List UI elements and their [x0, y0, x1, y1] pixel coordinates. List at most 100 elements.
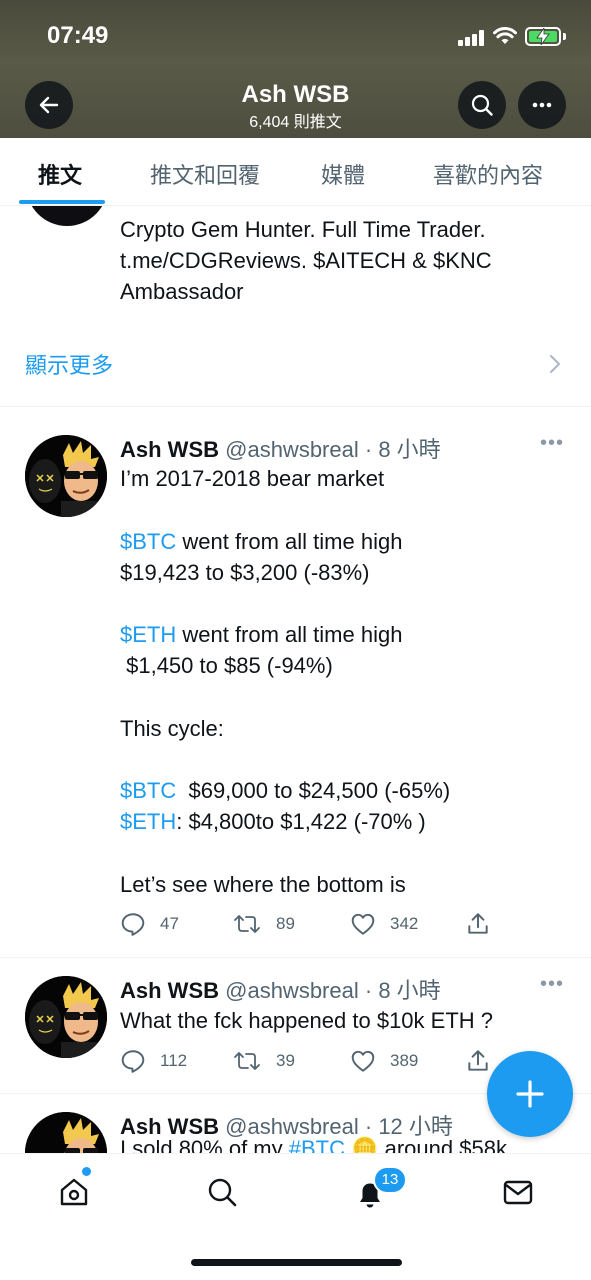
tab-likes[interactable]: 喜歡的內容: [433, 158, 543, 190]
active-tab-indicator: [19, 200, 105, 204]
battery-icon: [525, 27, 561, 46]
tab-tweets-and-replies[interactable]: 推文和回覆: [150, 158, 260, 190]
author-handle[interactable]: @ashwsbreal: [225, 437, 359, 462]
tweet-text-prefix: I sold 80% of my: [120, 1136, 289, 1153]
like-count: 342: [390, 914, 419, 933]
tweet-line-text: : $4,800to $1,422 (-70% ): [176, 809, 426, 834]
status-time: 07:49: [47, 22, 109, 49]
tweet-line-text: went from all time high: [176, 528, 403, 554]
more-horizontal-icon: [532, 102, 552, 108]
author-handle[interactable]: @ashwsbreal: [225, 978, 359, 1003]
tweet-line: I’m 2017-2018 bear market: [120, 466, 385, 491]
search-icon: [471, 94, 493, 116]
show-more-link[interactable]: 顯示更多: [25, 348, 113, 380]
reply-button[interactable]: 112: [120, 1047, 187, 1075]
profile-bio: Crypto Gem Hunter. Full Time Trader. t.m…: [120, 214, 560, 307]
tweet-line-text: went from all time high: [176, 622, 403, 647]
tweet-header: Ash WSB @ashwsbreal · 8 小時: [120, 973, 441, 1005]
retweet-count: 89: [276, 914, 295, 933]
retweet-icon: [234, 915, 260, 933]
tweet-line: $1,450 to $85 (-94%): [120, 653, 333, 678]
tweet-line: $ETH: $4,800to $1,422 (-70% ): [120, 806, 565, 837]
reply-icon: [121, 1050, 145, 1073]
tweet-time: · 8 小時: [364, 437, 441, 462]
tweet-line-blank: [120, 744, 565, 776]
author-name[interactable]: Ash WSB: [120, 978, 219, 1003]
share-icon: [468, 1050, 488, 1071]
reply-count: 47: [160, 914, 179, 933]
tweet-line: $19,423 to $3,200 (-83%): [120, 559, 370, 585]
like-button[interactable]: 342: [350, 910, 418, 938]
hashtag-link[interactable]: #BTC: [289, 1136, 345, 1153]
retweet-button[interactable]: 39: [232, 1047, 295, 1075]
cashtag-link[interactable]: $BTC: [120, 529, 176, 554]
tweet-text-suffix: 🪙 around $58k: [345, 1136, 507, 1153]
retweet-count: 39: [276, 1051, 295, 1070]
tweet-more-icon[interactable]: •••: [540, 432, 564, 455]
tweet-line-blank: [120, 837, 565, 869]
home-indicator: [191, 1259, 402, 1266]
cashtag-link[interactable]: $BTC: [120, 778, 176, 803]
cashtag-link[interactable]: $ETH: [120, 809, 176, 834]
tweet-line: Let’s see where the bottom is: [120, 871, 406, 897]
tweet-text: I’m 2017-2018 bear market $BTC went from…: [120, 463, 565, 900]
reply-count: 112: [160, 1051, 188, 1070]
cellular-signal-icon: [458, 30, 486, 46]
tweet-actions: 112 39 389: [120, 1047, 500, 1075]
like-count: 389: [390, 1051, 419, 1070]
tweet-header: Ash WSB @ashwsbreal · 8 小時: [120, 432, 441, 464]
like-button[interactable]: 389: [350, 1047, 418, 1075]
home-icon[interactable]: [58, 1176, 90, 1208]
bio-line: Ambassador: [120, 279, 244, 304]
tweet-actions: 47 89 342: [120, 910, 500, 938]
messages-mail-icon[interactable]: [502, 1176, 534, 1208]
avatar-cartoon-icon: [25, 1112, 107, 1153]
tweet-line-blank: [120, 588, 565, 620]
cashtag-link[interactable]: $ETH: [120, 622, 176, 647]
tweet-line-blank: [120, 494, 565, 526]
bio-line: t.me/CDGReviews. $AITECH & $KNC: [120, 248, 492, 273]
retweet-button[interactable]: 89: [232, 910, 295, 938]
author-name[interactable]: Ash WSB: [120, 437, 219, 462]
battery-tip: [563, 33, 566, 40]
avatar[interactable]: [25, 1112, 107, 1153]
tweet-text: What the fck happened to $10k ETH ?: [120, 1005, 565, 1036]
plus-icon: [516, 1080, 544, 1108]
tab-tweets[interactable]: 推文: [38, 158, 82, 190]
share-button[interactable]: [465, 1047, 491, 1075]
reply-button[interactable]: 47: [120, 910, 179, 938]
bio-line: Crypto Gem Hunter. Full Time Trader.: [120, 217, 486, 242]
profile-header: 07:49 Ash WSB 6,404 則推文: [0, 0, 591, 138]
explore-search-icon[interactable]: [206, 1176, 238, 1208]
tweet-line: What the fck happened to $10k ETH ?: [120, 1008, 494, 1033]
divider: [0, 406, 591, 407]
tweet-line: $BTC $69,000 to $24,500 (-65%): [120, 775, 565, 806]
chevron-right-icon[interactable]: [549, 354, 561, 374]
tweet-line: $ETH went from all time high: [120, 619, 565, 650]
search-button[interactable]: [458, 81, 506, 129]
tweet-time: · 8 小時: [364, 978, 441, 1003]
retweet-icon: [234, 1052, 260, 1070]
avatar[interactable]: [25, 435, 107, 517]
home-unread-dot: [82, 1167, 91, 1176]
tweet-line-text: $69,000 to $24,500 (-65%): [176, 778, 451, 803]
tweet-line: $BTC went from all time high: [120, 526, 565, 557]
avatar-cartoon-icon: [25, 976, 107, 1058]
tweet-more-icon[interactable]: •••: [540, 973, 564, 996]
tweet-line-blank: [120, 681, 565, 713]
reply-icon: [121, 913, 145, 936]
notifications-badge: 13: [373, 1166, 407, 1194]
tweet-text: I sold 80% of my #BTC 🪙 around $58k: [120, 1136, 507, 1153]
tweet-line: This cycle:: [120, 715, 224, 741]
tab-media[interactable]: 媒體: [321, 158, 365, 190]
divider: [0, 957, 591, 958]
more-options-button[interactable]: [518, 81, 566, 129]
share-button[interactable]: [465, 910, 491, 938]
share-icon: [468, 913, 488, 934]
compose-tweet-button[interactable]: [487, 1051, 573, 1137]
wifi-icon: [493, 27, 517, 44]
avatar-cartoon-icon: [25, 435, 107, 517]
heart-icon: [351, 1050, 375, 1072]
avatar[interactable]: [25, 976, 107, 1058]
heart-icon: [351, 913, 375, 935]
